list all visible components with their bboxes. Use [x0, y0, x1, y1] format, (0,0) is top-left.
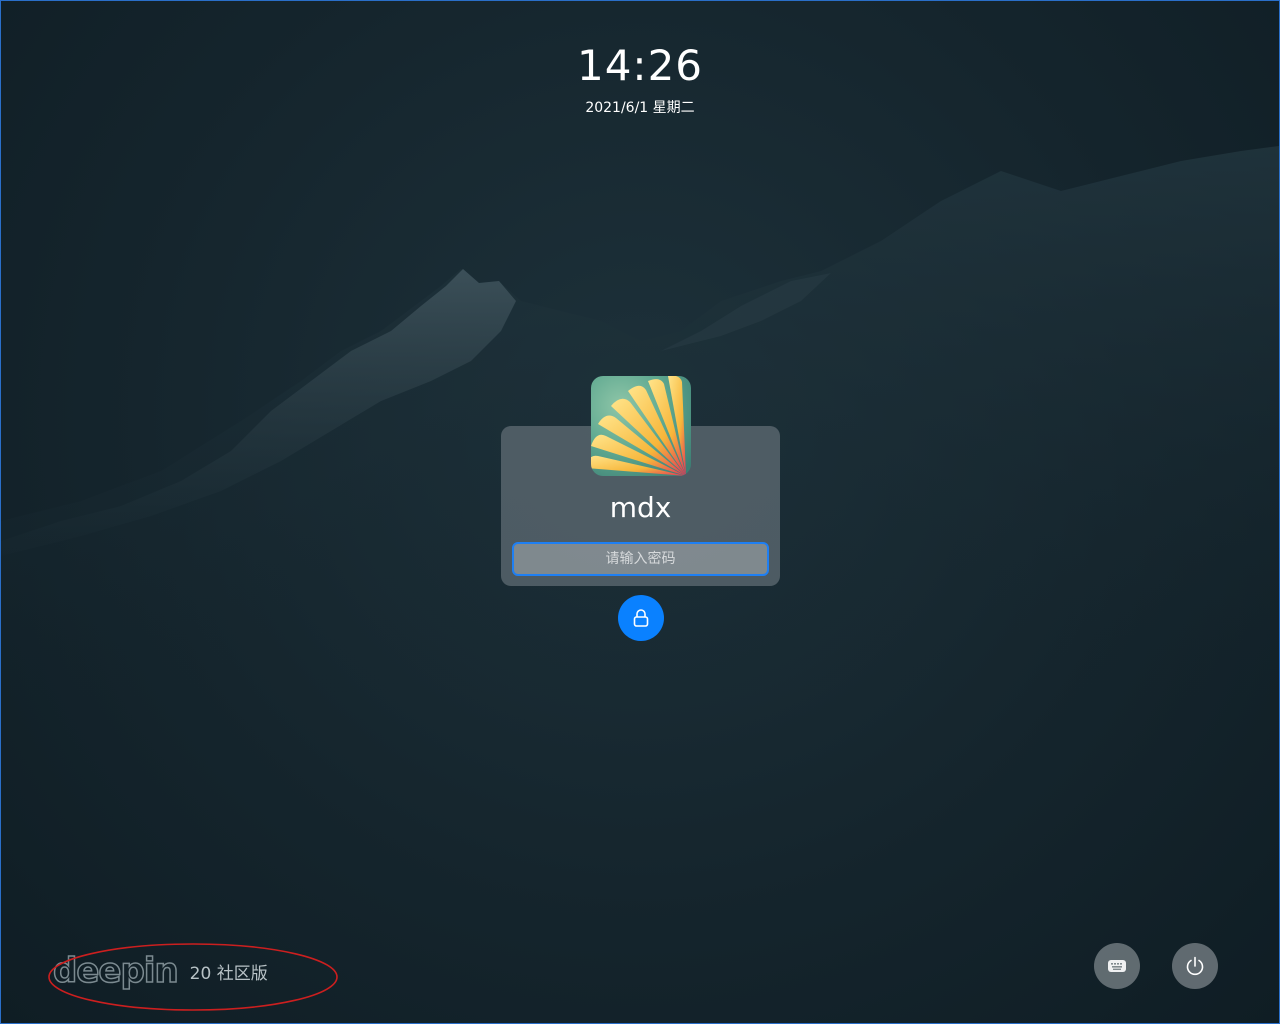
keyboard-icon — [1108, 960, 1126, 972]
unlock-button[interactable] — [618, 595, 664, 641]
password-input[interactable] — [512, 542, 769, 576]
user-avatar[interactable] — [591, 376, 691, 476]
lock-icon — [633, 609, 649, 627]
flower-avatar-image — [591, 376, 691, 476]
lock-screen: 14:26 2021/6/1 星期二 mdx deepin 20 社区版 — [0, 0, 1280, 1024]
clock-date: 2021/6/1 星期二 — [585, 100, 695, 116]
keyboard-layout-button[interactable] — [1094, 943, 1140, 989]
power-button[interactable] — [1172, 943, 1218, 989]
username-label: mdx — [609, 491, 672, 524]
clock-time: 14:26 — [576, 41, 704, 90]
power-icon — [1186, 956, 1204, 976]
red-circle-annotation — [48, 943, 338, 1011]
